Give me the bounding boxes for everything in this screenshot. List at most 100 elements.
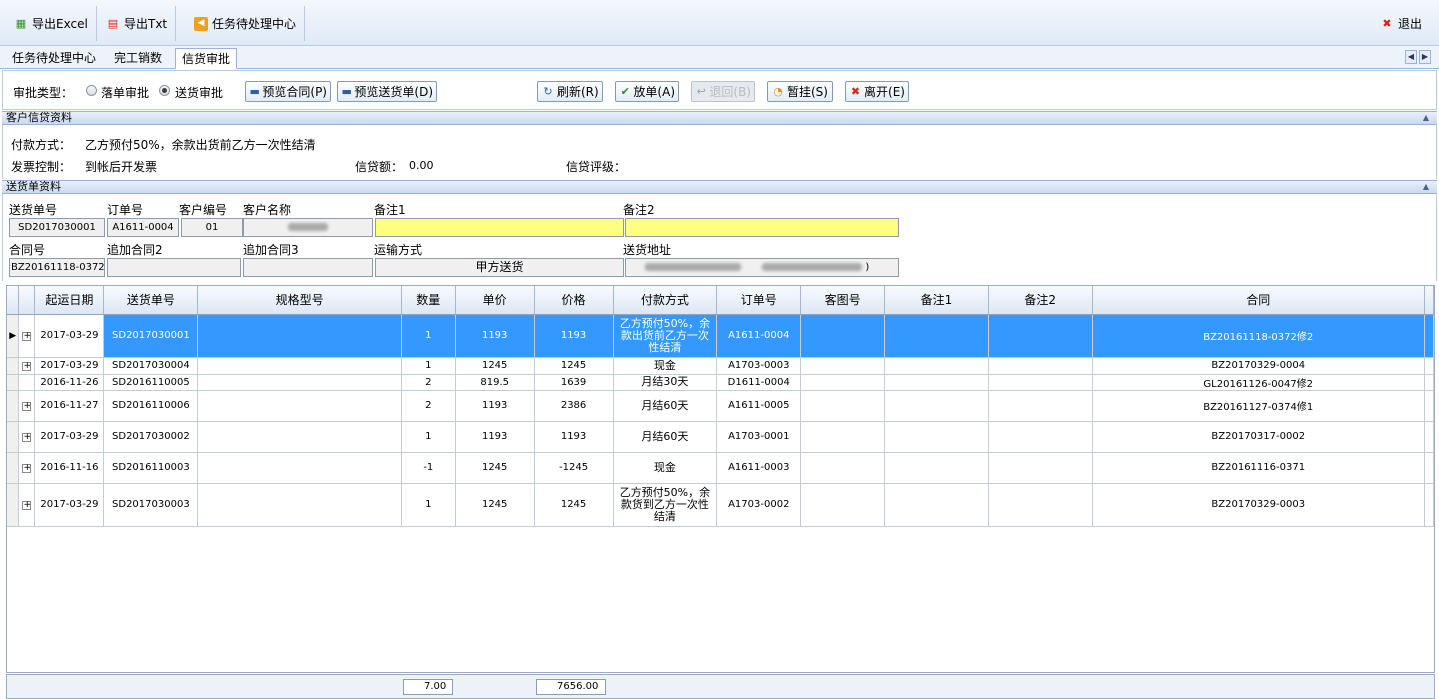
cell-payment[interactable]: 月结60天 (613, 421, 718, 453)
row-indicator[interactable] (7, 483, 20, 527)
preview-delivery-button[interactable]: ▬ 预览送货单(D) (337, 81, 437, 102)
cell-unit-price[interactable]: 1245 (455, 483, 535, 527)
credit-section-header[interactable]: 客户信贷资料 ▲ (2, 111, 1437, 125)
cell-qty[interactable]: 2 (401, 374, 456, 391)
cell-unit-price[interactable]: 1245 (455, 357, 535, 375)
row-indicator[interactable] (7, 452, 20, 484)
expand-plus-icon[interactable]: + (22, 361, 32, 371)
cell-delivery-no[interactable]: SD2017030004 (103, 357, 199, 375)
expand-plus-icon[interactable]: + (22, 432, 32, 442)
col-header-payment[interactable]: 付款方式 (613, 286, 718, 315)
task-center-button[interactable]: ◀ 任务待处理中心 (186, 6, 306, 41)
cell-date[interactable]: 2016-11-26 (34, 374, 105, 391)
cell-remark1[interactable] (884, 421, 989, 453)
cell-customer-drawing[interactable] (800, 374, 886, 391)
leave-button[interactable]: ✖ 离开(E) (845, 81, 909, 102)
table-row[interactable]: +2017-03-29 SD2017030004 1 1245 1245 现金 A1703-… (7, 357, 1434, 375)
table-row[interactable]: +2016-11-16 SD2016110003 -1 1245 -1245 现金 A161… (7, 452, 1434, 484)
cell-qty[interactable]: 2 (401, 390, 456, 422)
expand-plus-icon[interactable]: + (22, 401, 32, 411)
remark2-field[interactable] (625, 218, 899, 237)
table-row[interactable]: 2016-11-26 SD2016110005 2 819.5 1639 月结30天 D16… (7, 374, 1434, 391)
cell-order-no[interactable]: A1703-0002 (716, 483, 802, 527)
expand-cell[interactable] (18, 374, 36, 391)
cell-date[interactable]: 2017-03-29 (34, 483, 105, 527)
delivery-section-header[interactable]: 送货单资料 ▲ (2, 180, 1437, 194)
cell-remark2[interactable] (988, 314, 1093, 358)
cell-qty[interactable]: 1 (401, 421, 456, 453)
cell-remark2[interactable] (988, 452, 1093, 484)
address-field[interactable]: ) (625, 258, 899, 277)
cell-remark1[interactable] (884, 390, 989, 422)
collapse-icon[interactable]: ▲ (1423, 112, 1429, 124)
cell-spec[interactable] (197, 374, 402, 391)
cell-customer-drawing[interactable] (800, 483, 886, 527)
col-header-spec[interactable]: 规格型号 (197, 286, 402, 315)
cell-order-no[interactable]: A1611-0004 (716, 314, 802, 358)
cell-delivery-no[interactable]: SD2016110005 (103, 374, 199, 391)
collapse-icon[interactable]: ▲ (1423, 181, 1429, 193)
col-header-contract[interactable]: 合同 (1092, 286, 1425, 315)
cell-delivery-no[interactable]: SD2016110003 (103, 452, 199, 484)
expand-cell[interactable]: + (18, 390, 36, 422)
cell-spec[interactable] (197, 390, 402, 422)
cell-remark2[interactable] (988, 421, 1093, 453)
cell-spec[interactable] (197, 452, 402, 484)
cell-order-no[interactable]: A1703-0001 (716, 421, 802, 453)
cell-qty[interactable]: -1 (401, 452, 456, 484)
expand-plus-icon[interactable]: + (22, 331, 32, 341)
radio-order-approval[interactable] (86, 85, 97, 96)
table-row[interactable]: +2017-03-29 SD2017030002 1 1193 1193 月结60天 A17… (7, 421, 1434, 453)
customer-name-field[interactable] (243, 218, 373, 237)
cell-remark1[interactable] (884, 374, 989, 391)
cell-payment[interactable]: 现金 (613, 452, 718, 484)
cell-contract[interactable]: BZ20161118-0372修2 (1092, 314, 1425, 358)
col-header-price[interactable]: 价格 (534, 286, 614, 315)
cell-payment[interactable]: 现金 (613, 357, 718, 375)
cell-remark2[interactable] (988, 374, 1093, 391)
cell-date[interactable]: 2017-03-29 (34, 421, 105, 453)
cell-contract[interactable]: BZ20161116-0371 (1092, 452, 1425, 484)
cell-date[interactable]: 2016-11-16 (34, 452, 105, 484)
radio-order-approval-label[interactable]: 落单审批 (101, 84, 149, 101)
row-indicator[interactable] (7, 357, 20, 375)
cell-delivery-no[interactable]: SD2017030002 (103, 421, 199, 453)
cell-remark1[interactable] (884, 314, 989, 358)
tab-task-center[interactable]: 任务待处理中心 (6, 48, 102, 69)
row-indicator[interactable] (7, 374, 20, 391)
col-header-remark2[interactable]: 备注2 (988, 286, 1093, 315)
export-excel-button[interactable]: ▦ 导出Excel (6, 6, 97, 41)
release-button[interactable]: ✔ 放单(A) (615, 81, 679, 102)
cell-date[interactable]: 2016-11-27 (34, 390, 105, 422)
preview-contract-button[interactable]: ▬ 预览合同(P) (245, 81, 331, 102)
col-header-delivery-no[interactable]: 送货单号 (103, 286, 199, 315)
col-header-qty[interactable]: 数量 (401, 286, 456, 315)
expand-cell[interactable]: + (18, 483, 36, 527)
cell-payment[interactable]: 乙方预付50%，余款货到乙方一次性结清 (613, 483, 718, 527)
cell-remark1[interactable] (884, 357, 989, 375)
cell-order-no[interactable]: D1611-0004 (716, 374, 802, 391)
order-no-field[interactable]: A1611-0004 (107, 218, 179, 237)
cell-price[interactable]: 2386 (534, 390, 614, 422)
cell-contract[interactable]: GL20161126-0047修2 (1092, 374, 1425, 391)
cell-price[interactable]: 1193 (534, 421, 614, 453)
cell-order-no[interactable]: A1611-0005 (716, 390, 802, 422)
cell-order-no[interactable]: A1611-0003 (716, 452, 802, 484)
row-indicator[interactable] (7, 421, 20, 453)
cell-unit-price[interactable]: 819.5 (455, 374, 535, 391)
cell-remark1[interactable] (884, 452, 989, 484)
tab-scroll-left-icon[interactable]: ◀ (1405, 50, 1417, 64)
cell-delivery-no[interactable]: SD2016110006 (103, 390, 199, 422)
cell-customer-drawing[interactable] (800, 314, 886, 358)
tab-scroll-right-icon[interactable]: ▶ (1419, 50, 1431, 64)
expand-plus-icon[interactable]: + (22, 463, 32, 473)
col-header-unit-price[interactable]: 单价 (455, 286, 535, 315)
radio-delivery-approval[interactable] (159, 85, 170, 96)
table-row[interactable]: +2017-03-29 SD2017030003 1 1245 1245 乙方预付50%，… (7, 483, 1434, 527)
cell-spec[interactable] (197, 421, 402, 453)
cell-order-no[interactable]: A1703-0003 (716, 357, 802, 375)
row-indicator[interactable] (7, 390, 20, 422)
col-header-remark1[interactable]: 备注1 (884, 286, 989, 315)
cell-remark2[interactable] (988, 483, 1093, 527)
cell-spec[interactable] (197, 314, 402, 358)
